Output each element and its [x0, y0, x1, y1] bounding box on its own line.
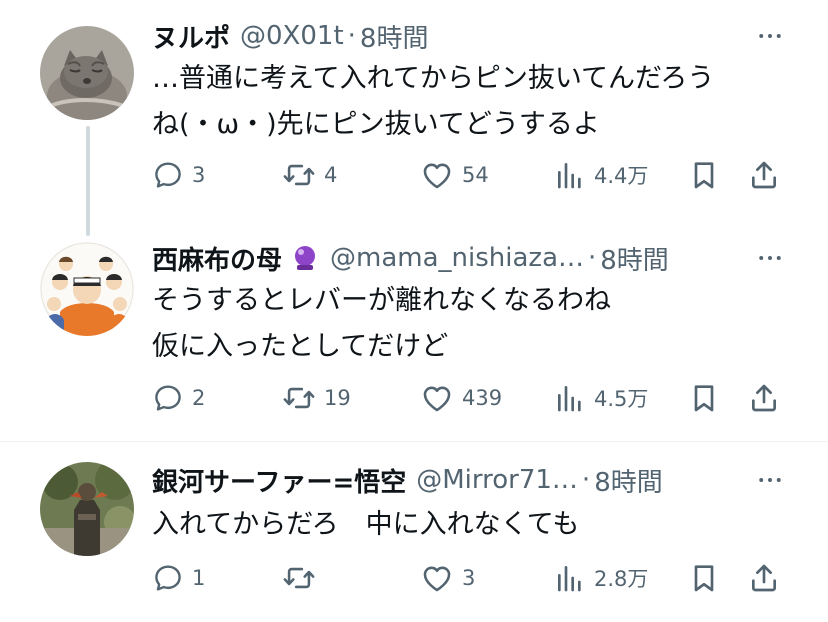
like-count: 3: [462, 566, 476, 590]
reply-button[interactable]: 1: [152, 558, 205, 598]
retweet-button[interactable]: 19: [282, 378, 351, 418]
bookmark-icon: [688, 562, 720, 594]
author-name[interactable]: 西麻布の母: [152, 240, 282, 277]
retweet-button[interactable]: 4: [282, 155, 337, 195]
views-count: 2.8万: [594, 567, 649, 591]
views-count: 4.5万: [594, 387, 649, 411]
separator: ·: [588, 243, 597, 273]
more-icon[interactable]: [752, 18, 788, 54]
views-icon: [554, 382, 586, 414]
retweet-icon: [282, 158, 316, 192]
bookmark-icon: [688, 159, 720, 191]
more-icon[interactable]: [752, 462, 788, 498]
views-button[interactable]: 4.4万: [554, 155, 648, 195]
timestamp[interactable]: 8時間: [594, 462, 663, 499]
tweet[interactable]: ヌルポ @0X01t · 8時間 …普通に考えて入れてからピン抜いてんだろう ね…: [0, 0, 828, 236]
reply-button[interactable]: 2: [152, 378, 205, 418]
like-button[interactable]: 54: [420, 155, 489, 195]
tweet-header: 銀河サーファー=悟空 @Mirror71… · 8時間: [152, 460, 768, 500]
tweet-text: …普通に考えて入れてからピン抜いてんだろう ね(・ω・)先にピン抜いてどうするよ: [152, 63, 715, 140]
bookmark-button[interactable]: [688, 155, 720, 195]
tweet-text: そうするとレバーが離れなくなるわね 仮に入ったとしてだけど: [152, 285, 611, 362]
author-handle[interactable]: @0X01t: [240, 21, 344, 51]
reply-icon: [152, 159, 184, 191]
more-icon[interactable]: [752, 240, 788, 276]
reply-icon: [152, 382, 184, 414]
reply-count: 3: [192, 163, 206, 187]
reply-button[interactable]: 3: [152, 155, 205, 195]
share-button[interactable]: [748, 155, 780, 195]
avatar[interactable]: [40, 26, 134, 120]
like-button[interactable]: 439: [420, 378, 502, 418]
reply-count: 1: [192, 566, 206, 590]
author-handle[interactable]: @Mirror71…: [416, 465, 578, 495]
separator: ·: [347, 21, 356, 51]
retweet-icon: [282, 561, 316, 595]
crystal-ball-icon: [290, 243, 320, 273]
like-button[interactable]: 3: [420, 558, 475, 598]
action-bar: 2 19 439 4.5万: [152, 378, 792, 418]
retweet-icon: [282, 381, 316, 415]
tweet-text: 入れてからだろ 中に入れなくても: [152, 509, 580, 540]
retweet-count: 4: [324, 163, 338, 187]
views-button[interactable]: 4.5万: [554, 378, 648, 418]
action-bar: 1 3 2.8万: [152, 558, 792, 598]
bookmark-button[interactable]: [688, 558, 720, 598]
bookmark-icon: [688, 382, 720, 414]
tweet[interactable]: 銀河サーファー=悟空 @Mirror71… · 8時間 入れてからだろ 中に入れ…: [0, 442, 828, 622]
views-icon: [554, 159, 586, 191]
like-count: 439: [462, 386, 503, 410]
timestamp[interactable]: 8時間: [600, 240, 669, 277]
author-name[interactable]: ヌルポ: [152, 18, 230, 55]
action-bar: 3 4 54 4.4万: [152, 155, 792, 195]
views-icon: [554, 562, 586, 594]
reply-icon: [152, 562, 184, 594]
share-button[interactable]: [748, 378, 780, 418]
tweet-header: 西麻布の母 @mama_nishiaza… · 8時間: [152, 238, 768, 278]
retweet-count: 19: [324, 386, 351, 410]
like-icon: [420, 158, 454, 192]
like-icon: [420, 381, 454, 415]
author-name[interactable]: 銀河サーファー=悟空: [152, 462, 406, 499]
avatar[interactable]: [40, 242, 134, 336]
author-handle[interactable]: @mama_nishiaza…: [330, 243, 584, 273]
views-count: 4.4万: [594, 164, 649, 188]
tweet-header: ヌルポ @0X01t · 8時間: [152, 16, 768, 56]
avatar[interactable]: [40, 462, 134, 556]
share-icon: [748, 382, 780, 414]
like-icon: [420, 561, 454, 595]
like-count: 54: [462, 163, 489, 187]
separator: ·: [581, 465, 591, 495]
share-button[interactable]: [748, 558, 780, 598]
tweet[interactable]: 西麻布の母 @mama_nishiaza… · 8時間 そうするとレバーが離れな…: [0, 210, 828, 442]
bookmark-button[interactable]: [688, 378, 720, 418]
timestamp[interactable]: 8時間: [360, 18, 429, 55]
views-button[interactable]: 2.8万: [554, 558, 648, 598]
share-icon: [748, 159, 780, 191]
reply-count: 2: [192, 386, 206, 410]
retweet-button[interactable]: [282, 558, 324, 598]
share-icon: [748, 562, 780, 594]
